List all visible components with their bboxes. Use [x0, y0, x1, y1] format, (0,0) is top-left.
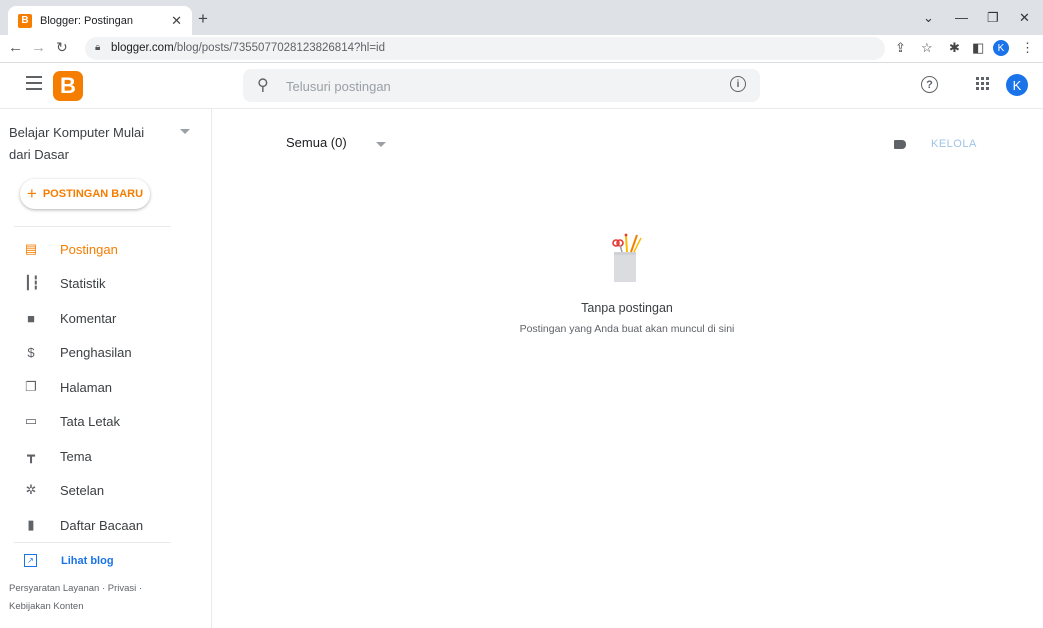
content-policy-link[interactable]: Kebijakan Konten [9, 601, 83, 612]
label-icon[interactable] [894, 140, 906, 149]
sidebar-item-tata-letak[interactable]: ▭ Tata Letak [0, 406, 211, 436]
manage-button[interactable]: KELOLA [931, 138, 977, 150]
address-bar[interactable]: 🔒︎ blogger.com/blog/posts/73550770281238… [85, 37, 885, 60]
side-panel-icon[interactable]: ◧ [972, 40, 984, 56]
bookmark-star-icon[interactable]: ☆ [921, 40, 933, 56]
blogger-favicon-icon: B [18, 13, 32, 28]
privacy-link[interactable]: Privasi [108, 583, 137, 594]
tab-close-icon[interactable]: ✕ [171, 13, 182, 29]
chevron-down-icon[interactable] [376, 142, 386, 147]
sidebar-item-label: Daftar Bacaan [60, 517, 144, 533]
bookmark-icon: ▮ [27, 517, 35, 532]
gear-icon: ✲ [25, 482, 37, 497]
footer-links: Persyaratan Layanan · Privasi · Kebijaka… [9, 583, 143, 612]
browser-tab-strip: B Blogger: Postingan ✕ + ⌄ — ❐ ✕ [0, 0, 1043, 35]
browser-toolbar: ← → ↻ 🔒︎ blogger.com/blog/posts/73550770… [0, 35, 1043, 63]
new-post-button[interactable]: + POSTINGAN BARU [20, 179, 150, 209]
plus-icon: + [26, 184, 37, 203]
post-filter-dropdown[interactable]: Semua (0) [286, 135, 347, 150]
sidebar-item-daftar-bacaan[interactable]: ▮ Daftar Bacaan [0, 510, 211, 540]
empty-state-title: Tanpa postingan [581, 301, 673, 315]
back-icon[interactable]: ← [8, 39, 23, 56]
browser-profile-avatar[interactable]: K [993, 40, 1009, 56]
search-bar[interactable]: ⚲ Telusuri postingan i [243, 69, 760, 102]
pages-icon: ❐ [25, 379, 37, 394]
blog-name[interactable]: Belajar Komputer Mulai dari Dasar [9, 122, 169, 166]
sidebar-item-statistik[interactable]: ┃┇ Statistik [0, 268, 211, 298]
apps-grid-icon[interactable] [976, 77, 989, 90]
sidebar-item-label: Tata Letak [60, 413, 120, 429]
new-post-label: POSTINGAN BARU [42, 188, 144, 200]
view-blog-label: Lihat blog [61, 554, 114, 567]
stats-icon: ┃┇ [24, 275, 40, 290]
tab-search-icon[interactable]: ⌄ [923, 10, 934, 26]
sidebar-item-postingan[interactable]: ▤ Postingan [0, 234, 211, 264]
url-host: blogger.com [111, 42, 174, 54]
restore-icon[interactable]: ❐ [987, 10, 999, 26]
external-link-icon: ↗ [24, 554, 37, 567]
terms-link[interactable]: Persyaratan Layanan [9, 583, 99, 594]
blogger-logo[interactable]: B [53, 71, 83, 101]
search-icon: ⚲ [257, 77, 269, 94]
sidebar: Belajar Komputer Mulai dari Dasar + POST… [0, 108, 212, 628]
browser-tab[interactable]: B Blogger: Postingan ✕ [8, 6, 192, 35]
account-avatar[interactable]: K [1006, 74, 1028, 96]
url-text: blogger.com/blog/posts/73550770281238268… [111, 42, 385, 54]
window-close-icon[interactable]: ✕ [1019, 10, 1030, 26]
sidebar-item-label: Halaman [60, 379, 113, 395]
divider [14, 542, 171, 543]
sidebar-item-label: Setelan [60, 482, 105, 498]
forward-icon[interactable]: → [31, 39, 46, 56]
tab-title: Blogger: Postingan [40, 14, 133, 27]
share-icon[interactable]: ⇪ [895, 40, 906, 56]
hamburger-menu-icon[interactable] [26, 76, 42, 94]
empty-state-subtitle: Postingan yang Anda buat akan muncul di … [519, 323, 735, 335]
extensions-icon[interactable]: ✱ [949, 40, 960, 56]
url-path: /blog/posts/7355077028123826814?hl=id [173, 42, 386, 54]
help-icon[interactable]: ? [921, 76, 938, 93]
sidebar-item-label: Postingan [60, 241, 118, 257]
sidebar-item-halaman[interactable]: ❐ Halaman [0, 372, 211, 402]
lock-icon: 🔒︎ [95, 42, 101, 53]
new-tab-icon[interactable]: + [198, 9, 208, 29]
sidebar-item-tema[interactable]: ┳ Tema [0, 441, 211, 471]
view-blog-link[interactable]: ↗ Lihat blog [24, 554, 114, 567]
layout-icon: ▭ [24, 413, 38, 428]
minimize-icon[interactable]: — [955, 10, 968, 25]
sidebar-item-penghasilan[interactable]: $ Penghasilan [0, 337, 211, 367]
paint-roller-icon: ┳ [27, 448, 35, 463]
info-icon[interactable]: i [730, 76, 746, 92]
sidebar-item-label: Statistik [60, 275, 106, 291]
divider [14, 226, 171, 227]
browser-menu-icon[interactable]: ⋮ [1021, 40, 1034, 56]
pencil-cup-illustration-icon [612, 233, 642, 282]
sidebar-item-label: Tema [60, 448, 92, 464]
search-input[interactable]: Telusuri postingan [286, 79, 391, 94]
app-header: B ⚲ Telusuri postingan i ? K [0, 63, 1043, 109]
dollar-icon: $ [27, 344, 35, 360]
posts-icon: ▤ [24, 241, 38, 256]
sidebar-item-label: Penghasilan [60, 344, 132, 360]
reload-icon[interactable]: ↻ [56, 39, 68, 56]
blog-switcher-caret-icon[interactable] [180, 129, 190, 134]
sidebar-item-setelan[interactable]: ✲ Setelan [0, 475, 211, 505]
